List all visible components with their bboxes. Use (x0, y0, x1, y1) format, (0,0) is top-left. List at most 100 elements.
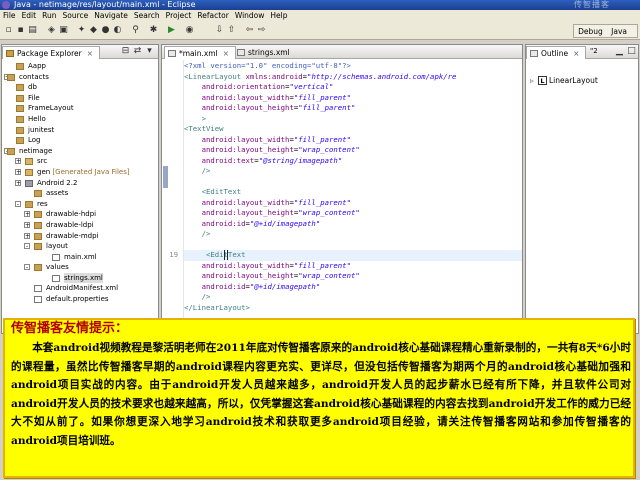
next-annotation-icon[interactable]: ⇩ (214, 25, 225, 36)
menu-run[interactable]: Run (39, 10, 59, 22)
close-icon[interactable]: × (573, 49, 579, 58)
external-tools-icon[interactable]: ◉ (184, 25, 195, 36)
tree-item[interactable]: db (2, 82, 158, 93)
search-icon[interactable]: ⚲ (130, 25, 141, 36)
tree-item[interactable]: Hello (2, 114, 158, 125)
expand-icon[interactable]: + (15, 179, 21, 186)
collapse-icon[interactable]: - (15, 200, 21, 207)
perspective-debug[interactable]: Debug (578, 27, 603, 36)
code-token: <?xml version="1.0" encoding="utf-8"?> (184, 61, 351, 70)
menu-file[interactable]: File (0, 10, 19, 22)
tab-outline[interactable]: Outline × (526, 46, 587, 59)
tree-item[interactable]: -netimage (2, 146, 158, 157)
tree-item[interactable]: FrameLayout (2, 103, 158, 114)
new-icon[interactable]: ▫ (3, 25, 14, 36)
tree-item[interactable]: File (2, 93, 158, 104)
new-class-icon[interactable]: ● (100, 25, 111, 36)
tree-item[interactable]: +contacts (2, 72, 158, 83)
perspective-java[interactable]: Java (611, 27, 627, 36)
expand-icon[interactable]: + (24, 211, 30, 218)
code-line: android:text="@string/imagepath" (184, 156, 522, 167)
tree-item[interactable]: default.properties (2, 294, 158, 305)
avd-manager-icon[interactable]: ▣ (58, 25, 69, 36)
collapse-icon[interactable]: - (24, 243, 30, 250)
tree-item[interactable]: assets (2, 188, 158, 199)
expand-icon[interactable]: ▹ (530, 76, 538, 85)
tree-item[interactable]: strings.xml (2, 272, 158, 284)
tree-item[interactable]: + gen [Generated Java Files] (2, 167, 158, 178)
link-editor-icon[interactable]: ⇄ (132, 46, 143, 57)
code-token: android:layout_height (201, 271, 294, 280)
src-icon (25, 168, 33, 176)
tree-item[interactable]: - layout (2, 241, 158, 252)
maximize-icon[interactable]: □ (626, 46, 637, 57)
tree-item[interactable]: + drawable-mdpi (2, 231, 158, 242)
code-line: 19 <EditText (169, 250, 522, 261)
tree-item[interactable]: - res (2, 199, 158, 210)
expand-icon[interactable]: + (24, 221, 30, 228)
previous-annotation-icon[interactable]: ⇧ (226, 25, 237, 36)
new-java-project-icon[interactable]: ✦ (76, 25, 87, 36)
tree-item-label: contacts (19, 72, 49, 81)
code-area[interactable]: <?xml version="1.0" encoding="utf-8"?> <L… (169, 61, 522, 313)
layout-icon: L (538, 76, 547, 85)
android-sdk-icon[interactable]: ◈ (46, 25, 57, 36)
perspective-switcher[interactable]: Debug Java (573, 24, 638, 38)
tree-item[interactable]: + drawable-ldpi (2, 220, 158, 231)
run-icon[interactable]: ▶ (166, 25, 177, 36)
tab-package-explorer[interactable]: Package Explorer × (2, 46, 100, 59)
tree-item[interactable]: junitest (2, 125, 158, 136)
code-line: android:layout_height="fill_parent" (184, 103, 522, 114)
outline-tabbar: Outline × "2 ▁ □ (526, 45, 638, 59)
tree-item[interactable]: + Android 2.2 (2, 178, 158, 189)
menu-help[interactable]: Help (267, 10, 290, 22)
tree-item-label: netimage (19, 146, 53, 155)
code-token: "http://schemas.android.com/apk/re (307, 71, 457, 81)
more-views-indicator[interactable]: "2 (590, 47, 598, 55)
menu-project[interactable]: Project (163, 10, 195, 22)
tree-item[interactable]: Log (2, 135, 158, 146)
code-token: "fill_parent" (293, 197, 351, 207)
new-package-icon[interactable]: ◆ (88, 25, 99, 36)
folder-icon (34, 211, 42, 219)
tree-item[interactable]: + src (2, 156, 158, 167)
menu-navigate[interactable]: Navigate (91, 10, 131, 22)
menu-window[interactable]: Window (232, 10, 268, 22)
open-type-icon[interactable]: ◐ (112, 25, 123, 36)
minimize-icon[interactable]: ▁ (614, 46, 625, 57)
view-menu-icon[interactable]: ▾ (144, 46, 155, 57)
tree-item[interactable]: Aapp (2, 61, 158, 72)
tree-item[interactable]: + drawable-hdpi (2, 209, 158, 220)
menu-source[interactable]: Source (59, 10, 91, 22)
outline-linearlayout[interactable]: ▹ L LinearLayout (530, 76, 598, 85)
tree-item[interactable]: main.xml (2, 252, 158, 263)
tree-item-label: drawable-hdpi (46, 210, 97, 219)
back-icon[interactable]: ⇦ (244, 25, 255, 36)
menu-edit[interactable]: Edit (19, 10, 40, 22)
expand-icon[interactable]: + (15, 168, 21, 175)
menu-search[interactable]: Search (131, 10, 163, 22)
forward-icon[interactable]: ⇨ (256, 25, 267, 36)
code-line: <?xml version="1.0" encoding="utf-8"?> (184, 61, 522, 72)
save-icon[interactable]: ▪ (15, 25, 26, 36)
tab-main-xml[interactable]: *main.xml × (164, 46, 236, 59)
collapse-all-icon[interactable]: ⊟ (120, 46, 131, 57)
print-icon[interactable]: ▤ (27, 25, 38, 36)
tree-item[interactable]: - values (2, 262, 158, 273)
expand-icon[interactable]: + (15, 158, 21, 165)
close-icon[interactable]: × (223, 49, 229, 58)
close-icon[interactable]: × (87, 49, 93, 58)
expand-icon[interactable]: + (24, 232, 30, 239)
debug-icon[interactable]: ✱ (148, 25, 159, 36)
collapse-icon[interactable]: - (24, 264, 30, 271)
menu-refactor[interactable]: Refactor (194, 10, 231, 22)
file-icon (34, 296, 42, 304)
editor-gutter (162, 60, 184, 333)
tree-item[interactable]: AndroidManifest.xml (2, 283, 158, 294)
tab-strings-xml[interactable]: strings.xml (234, 46, 296, 59)
